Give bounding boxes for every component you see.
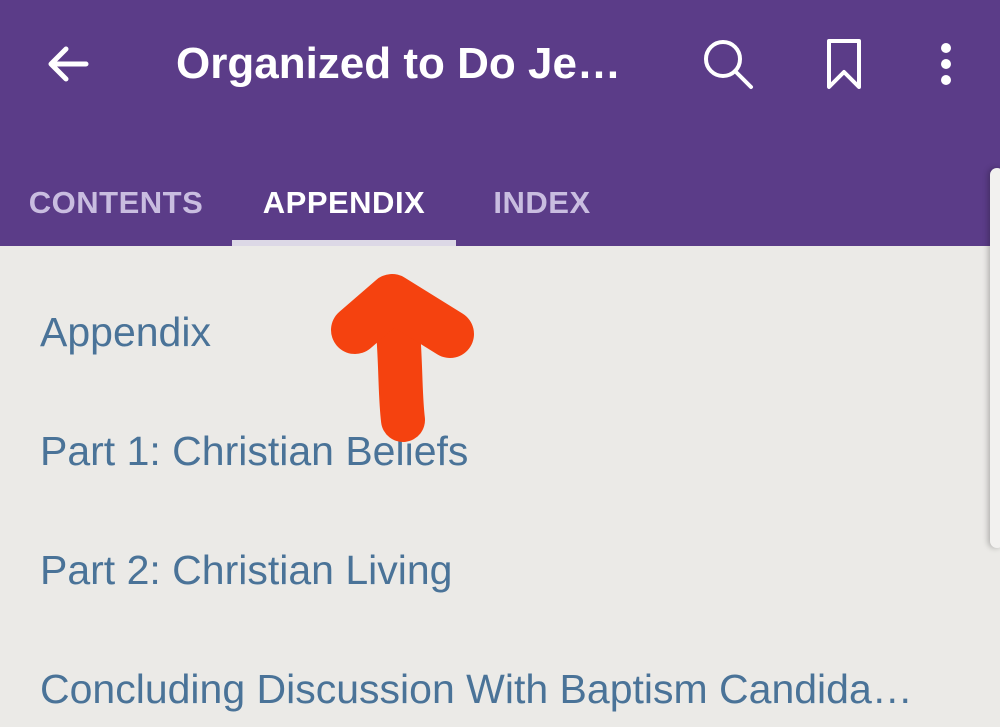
more-options-button[interactable] <box>914 32 978 96</box>
search-button[interactable] <box>696 32 760 96</box>
page-title: Organized to Do Je… <box>176 39 621 88</box>
list-item-appendix[interactable]: Appendix <box>40 300 960 364</box>
list-item-part-1[interactable]: Part 1: Christian Beliefs <box>40 419 960 483</box>
more-vertical-icon <box>941 43 951 85</box>
tab-index[interactable]: INDEX <box>470 160 614 246</box>
scroll-handle[interactable] <box>990 168 1000 548</box>
tab-appendix[interactable]: APPENDIX <box>232 160 456 246</box>
bookmark-button[interactable] <box>812 32 876 96</box>
search-icon <box>704 40 753 89</box>
app-bar: Organized to Do Je… CONTENTS APPENDIX IN… <box>0 0 1000 246</box>
app-screen: Organized to Do Je… CONTENTS APPENDIX IN… <box>0 0 1000 727</box>
list-item-concluding-discussion[interactable]: Concluding Discussion With Baptism Candi… <box>40 657 960 721</box>
back-button[interactable] <box>40 36 96 92</box>
list-item-part-2[interactable]: Part 2: Christian Living <box>40 538 960 602</box>
bookmark-icon <box>827 39 861 89</box>
selected-tab-indicator <box>232 240 456 246</box>
tab-contents[interactable]: CONTENTS <box>18 160 214 246</box>
arrow-left-icon <box>48 46 89 82</box>
